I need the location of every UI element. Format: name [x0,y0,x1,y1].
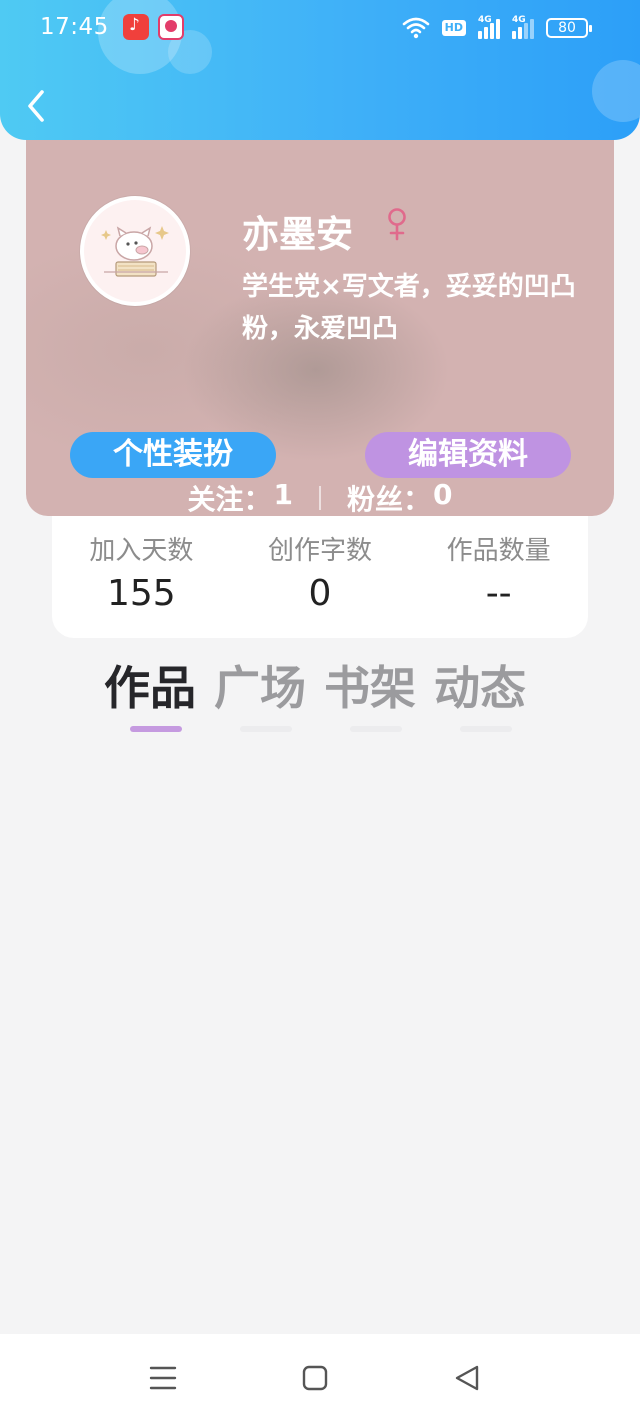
tab-plaza[interactable]: 广场 [214,652,312,734]
music-app-icon [123,14,149,40]
status-time: 17:45 [40,14,109,40]
tab-bookshelf[interactable]: 书架 [324,652,422,734]
battery-icon: 80 [546,18,592,38]
tab-indicator [240,726,292,732]
stat-words-written: 创作字数 0 [231,530,410,638]
stat-value: -- [485,573,512,614]
video-app-icon [158,14,184,40]
stat-value: 155 [106,573,176,614]
menu-button[interactable] [143,1358,183,1398]
stat-value: 0 [308,573,332,614]
tab-label: 广场 [214,661,306,715]
avatar[interactable] [80,196,190,306]
pig-avatar-icon [84,200,186,302]
system-nav-bar [0,1334,640,1422]
stat-label: 加入天数 [89,536,194,566]
home-square-icon [302,1365,328,1391]
profile-card: 亦墨安 学生党×写文者，妥妥的凹凸粉，永爱凹凸 个性装扮 编辑资料 关注： 1 … [26,110,614,516]
stat-label: 创作字数 [268,536,373,566]
content-tabs: 作品 广场 书架 动态 [104,652,544,734]
back-button[interactable] [20,86,56,126]
tab-label: 书架 [324,661,416,715]
header: 17:45 HD 4G 4G [0,0,640,140]
stat-works-count: 作品数量 -- [409,530,588,638]
female-icon [388,208,406,241]
tab-works[interactable]: 作品 [104,652,202,734]
signal-icon: 4G [478,15,500,39]
hd-icon: HD [441,20,466,36]
following-count: 1 [273,478,293,511]
tab-indicator [350,726,402,732]
tab-label: 作品 [104,661,196,715]
following-link[interactable]: 关注： 1 [188,478,294,516]
menu-icon [149,1366,177,1390]
follow-stats: 关注： 1 粉丝： 0 [26,478,614,516]
profile-page: 17:45 HD 4G 4G [0,0,640,1422]
followers-label: 粉丝： [347,483,432,516]
signal-icon: 4G [512,15,534,39]
followers-link[interactable]: 粉丝： 0 [347,478,453,516]
username: 亦墨安 [242,213,353,256]
stat-label: 作品数量 [446,536,551,566]
back-triangle-icon [455,1365,479,1391]
decorate-button[interactable]: 个性装扮 [70,432,276,478]
stat-days-joined: 加入天数 155 [52,530,231,638]
decor-bubble [592,60,640,122]
tab-label: 动态 [434,661,526,715]
followers-count: 0 [433,478,453,511]
wifi-icon [402,17,429,39]
chevron-left-icon [28,90,44,122]
home-button[interactable] [295,1358,335,1398]
bio: 学生党×写文者，妥妥的凹凸粉，永爱凹凸 [242,272,576,344]
divider [319,486,321,510]
tab-activity[interactable]: 动态 [434,652,532,734]
system-back-button[interactable] [447,1358,487,1398]
edit-profile-button[interactable]: 编辑资料 [365,432,571,478]
tab-indicator [460,726,512,732]
status-icons: HD 4G 4G 80 [402,14,592,42]
stats-card: 加入天数 155 创作字数 0 作品数量 -- [52,508,588,638]
following-label: 关注： [187,483,272,516]
tab-indicator [130,726,182,732]
